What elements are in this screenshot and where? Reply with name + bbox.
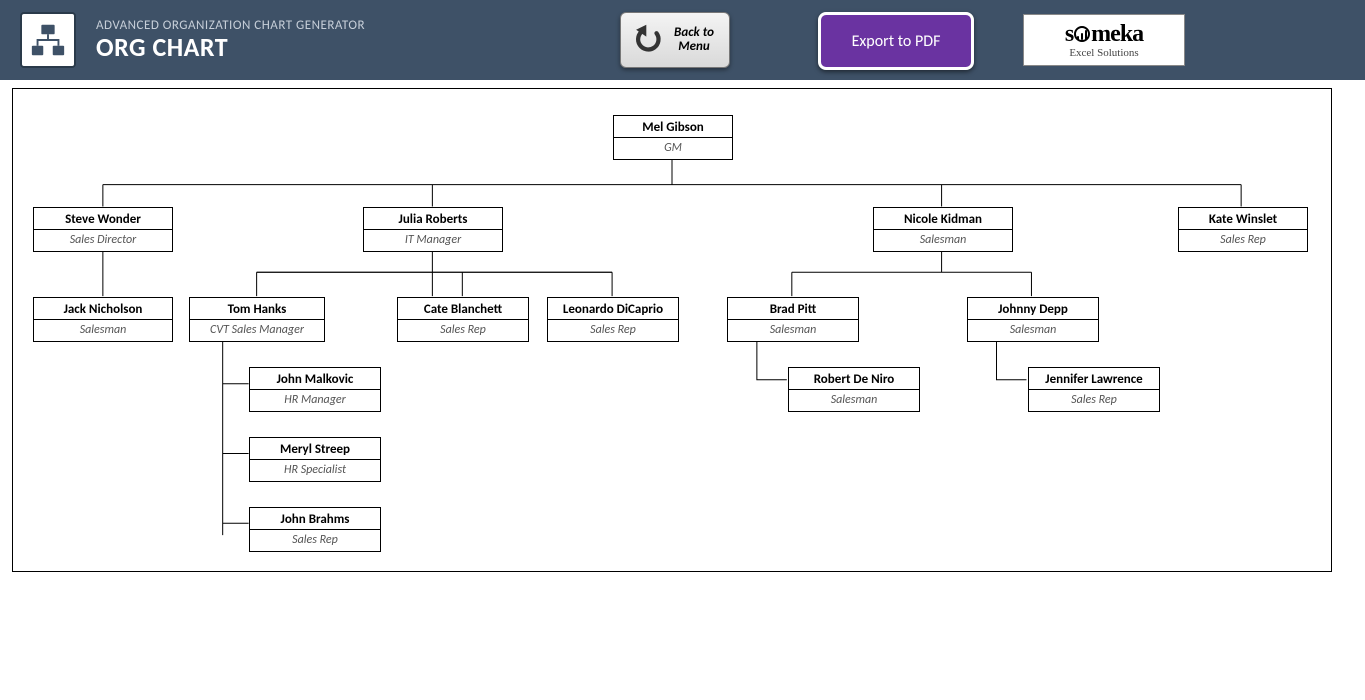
node-role: IT Manager xyxy=(364,229,502,251)
node-role: HR Manager xyxy=(250,389,380,411)
node-role: Sales Rep xyxy=(548,319,678,341)
org-node[interactable]: Brad Pitt Salesman xyxy=(727,297,859,342)
org-node[interactable]: John Malkovic HR Manager xyxy=(249,367,381,412)
node-role: Salesman xyxy=(728,319,858,341)
brand-chart-icon xyxy=(1074,26,1090,42)
header-title: ORG CHART xyxy=(96,31,365,63)
title-block: ADVANCED ORGANIZATION CHART GENERATOR OR… xyxy=(96,18,365,63)
node-name: John Brahms xyxy=(250,508,380,529)
app-logo xyxy=(20,12,76,68)
export-pdf-button[interactable]: Export to PDF xyxy=(818,12,974,70)
node-name: Meryl Streep xyxy=(250,438,380,459)
org-node[interactable]: Nicole Kidman Salesman xyxy=(873,207,1013,252)
node-name: Brad Pitt xyxy=(728,298,858,319)
org-node[interactable]: Leonardo DiCaprio Sales Rep xyxy=(547,297,679,342)
org-node[interactable]: John Brahms Sales Rep xyxy=(249,507,381,552)
node-name: Tom Hanks xyxy=(190,298,324,319)
brand-logo: smeka Excel Solutions xyxy=(1023,14,1185,66)
back-button-label: Back to Menu xyxy=(669,26,719,55)
org-node[interactable]: Robert De Niro Salesman xyxy=(788,367,920,412)
node-role: Sales Rep xyxy=(250,529,380,551)
node-role: Sales Rep xyxy=(398,319,528,341)
node-name: Jack Nicholson xyxy=(34,298,172,319)
brand-tagline: Excel Solutions xyxy=(1069,48,1138,59)
node-role: Sales Rep xyxy=(1029,389,1159,411)
node-role: CVT Sales Manager xyxy=(190,319,324,341)
node-name: Robert De Niro xyxy=(789,368,919,389)
node-name: Jennifer Lawrence xyxy=(1029,368,1159,389)
back-to-menu-button[interactable]: Back to Menu xyxy=(620,12,730,68)
node-role: GM xyxy=(614,137,732,159)
node-name: Julia Roberts xyxy=(364,208,502,229)
org-node[interactable]: Kate Winslet Sales Rep xyxy=(1178,207,1308,252)
org-node[interactable]: Jack Nicholson Salesman xyxy=(33,297,173,342)
node-role: Sales Director xyxy=(34,229,172,251)
node-name: Johnny Depp xyxy=(968,298,1098,319)
org-chart-canvas: Mel Gibson GM Steve Wonder Sales Directo… xyxy=(12,88,1332,572)
org-node[interactable]: Cate Blanchett Sales Rep xyxy=(397,297,529,342)
node-role: Salesman xyxy=(968,319,1098,341)
org-node[interactable]: Johnny Depp Salesman xyxy=(967,297,1099,342)
node-name: John Malkovic xyxy=(250,368,380,389)
org-node[interactable]: Jennifer Lawrence Sales Rep xyxy=(1028,367,1160,412)
node-role: Salesman xyxy=(874,229,1012,251)
node-role: HR Specialist xyxy=(250,459,380,481)
export-button-label: Export to PDF xyxy=(852,32,941,51)
node-role: Salesman xyxy=(789,389,919,411)
app-header: ADVANCED ORGANIZATION CHART GENERATOR OR… xyxy=(0,0,1365,80)
org-chart-icon xyxy=(29,21,67,59)
org-node-root[interactable]: Mel Gibson GM xyxy=(613,115,733,160)
node-name: Kate Winslet xyxy=(1179,208,1307,229)
brand-name: smeka xyxy=(1065,22,1143,46)
node-name: Steve Wonder xyxy=(34,208,172,229)
org-node[interactable]: Julia Roberts IT Manager xyxy=(363,207,503,252)
org-node[interactable]: Tom Hanks CVT Sales Manager xyxy=(189,297,325,342)
node-role: Salesman xyxy=(34,319,172,341)
node-name: Leonardo DiCaprio xyxy=(548,298,678,319)
org-node[interactable]: Meryl Streep HR Specialist xyxy=(249,437,381,482)
org-node[interactable]: Steve Wonder Sales Director xyxy=(33,207,173,252)
node-name: Cate Blanchett xyxy=(398,298,528,319)
back-arrow-icon xyxy=(631,23,665,57)
node-name: Nicole Kidman xyxy=(874,208,1012,229)
node-name: Mel Gibson xyxy=(614,116,732,137)
node-role: Sales Rep xyxy=(1179,229,1307,251)
